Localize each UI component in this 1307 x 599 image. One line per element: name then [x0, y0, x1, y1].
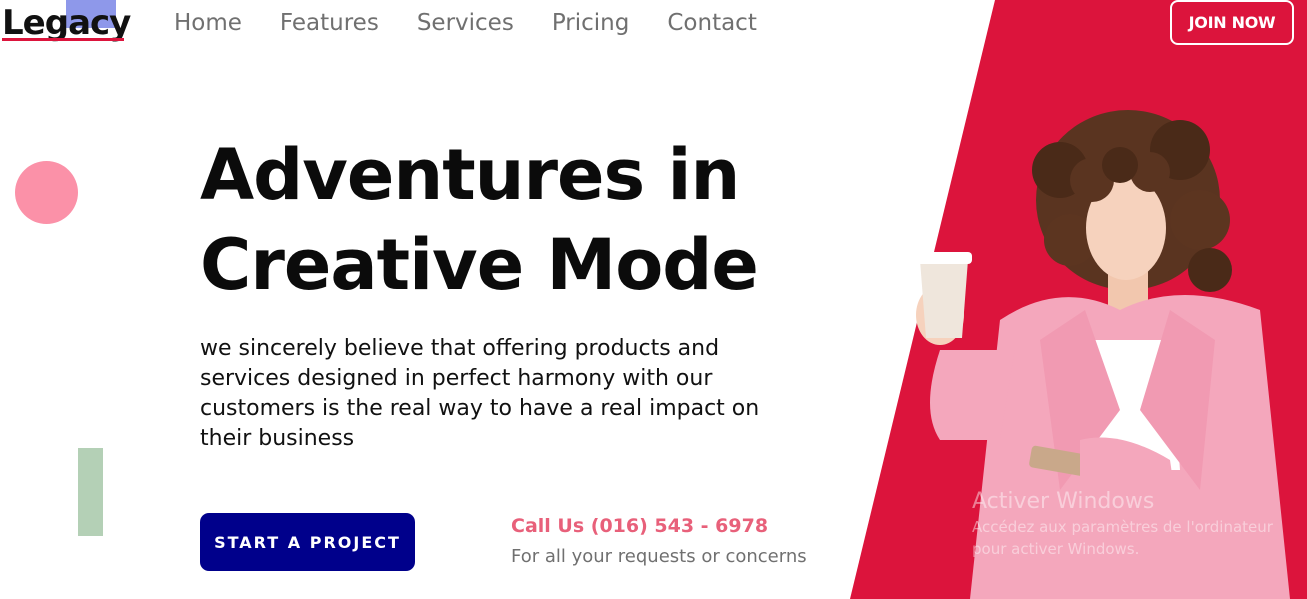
watermark-subtitle: Accédez aux paramètres de l'ordinateur p…	[972, 518, 1273, 558]
start-project-button[interactable]: START A PROJECT	[200, 513, 415, 571]
logo-underline	[2, 38, 124, 41]
headline-line-1: Adventures in	[200, 134, 740, 216]
headline-line-2: Creative Mode	[200, 224, 759, 306]
decorative-green-bar	[78, 448, 103, 536]
hero-headline: Adventures in Creative Mode	[200, 130, 820, 310]
hero-description: we sincerely believe that offering produ…	[200, 336, 760, 451]
nav-pricing[interactable]: Pricing	[552, 8, 630, 38]
call-us-link[interactable]: Call Us (016) 543 - 6978	[511, 515, 768, 537]
logo-text: Legacy	[2, 3, 131, 43]
windows-activation-watermark: Activer Windows Accédez aux paramètres d…	[972, 488, 1292, 560]
call-us-subtext: For all your requests or concerns	[511, 546, 807, 567]
join-now-button[interactable]: JOIN NOW	[1170, 0, 1294, 45]
main-nav: Home Features Services Pricing Contact	[174, 8, 757, 38]
logo[interactable]: Legacy	[2, 0, 131, 48]
decorative-pink-circle	[15, 161, 78, 224]
nav-contact[interactable]: Contact	[667, 8, 756, 38]
watermark-title: Activer Windows	[972, 489, 1155, 514]
nav-services[interactable]: Services	[417, 8, 514, 38]
nav-features[interactable]: Features	[280, 8, 379, 38]
nav-home[interactable]: Home	[174, 8, 242, 38]
